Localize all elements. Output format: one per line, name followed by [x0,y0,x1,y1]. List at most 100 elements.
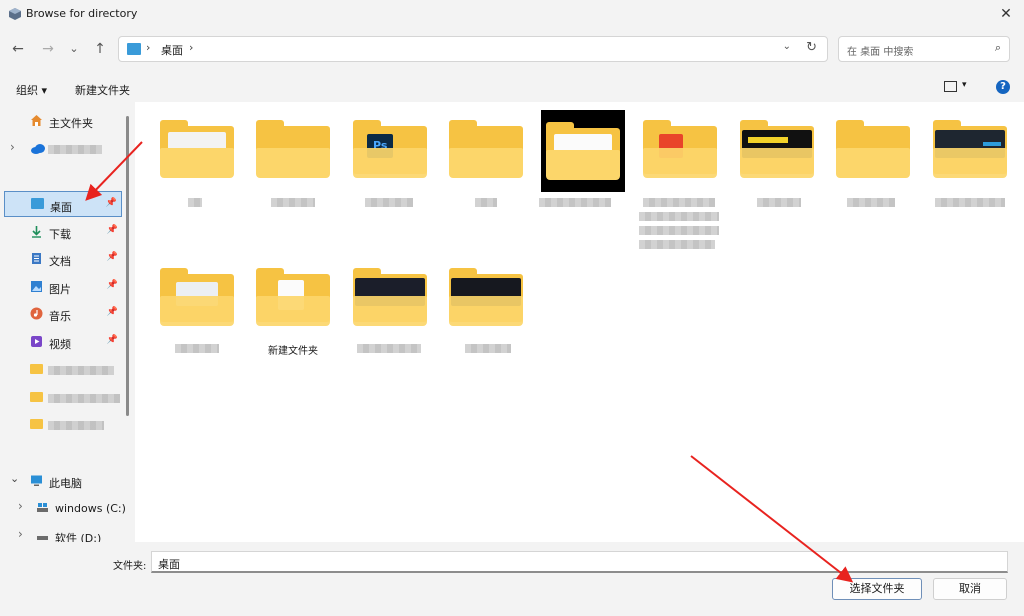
select-folder-button[interactable]: 选择文件夹 [832,578,922,600]
sidebar-item-home[interactable]: 主文件夹 [4,108,122,134]
folder-item-new-folder[interactable] [256,268,330,328]
thumbnail-graphic [983,142,1001,146]
breadcrumb-chevron-icon[interactable]: › [146,41,150,54]
file-list: Ps 新建文件夹 [135,102,1024,542]
breadcrumb-desktop[interactable]: 桌面 [161,42,183,58]
desktop-icon [127,43,141,55]
navigation-pane: 主文件夹 › 桌面 📌 下载 📌 文档 📌 图片 📌 音乐 📌 视频 📌 ⌄ 此… [0,102,134,545]
redacted-text [357,344,421,353]
sidebar-item-label: 此电脑 [49,477,82,490]
sidebar-item-label: 桌面 [50,201,72,214]
search-placeholder: 在 桌面 中搜索 [847,47,914,58]
folder-item[interactable] [449,268,523,328]
redacted-text [757,198,801,207]
redacted-text [639,240,715,249]
cancel-button[interactable]: 取消 [933,578,1007,600]
redacted-text [188,198,202,207]
folder-icon [30,392,43,402]
folder-item[interactable]: Ps [353,120,427,180]
folder-item[interactable] [740,120,814,180]
sidebar-item-label: 图片 [49,283,71,296]
download-icon [32,226,41,238]
view-mode-icon[interactable] [944,81,957,92]
folder-item[interactable] [836,120,910,180]
sidebar-item-videos[interactable]: 视频 📌 [4,329,122,355]
folder-item[interactable] [160,120,234,180]
redacted-text [48,394,120,403]
sidebar-item-label: windows (C:) [55,502,126,515]
pin-icon[interactable]: 📌 [107,307,118,317]
folder-item[interactable] [160,268,234,328]
new-folder-button[interactable]: 新建文件夹 [75,82,130,98]
folder-icon [30,419,43,429]
pin-icon[interactable]: 📌 [107,252,118,262]
pin-icon[interactable]: 📌 [106,198,117,208]
folder-item[interactable] [449,120,523,180]
redacted-text [639,212,719,221]
folder-name-input[interactable]: 桌面 [151,551,1008,573]
refresh-button[interactable]: ↻ [806,40,817,55]
expand-chevron-icon[interactable]: › [18,499,23,513]
organize-menu-button[interactable]: 组织 ▾ [16,82,47,98]
close-button[interactable]: ✕ [994,2,1018,26]
folder-name-label: 文件夹: [113,561,147,572]
expand-chevron-icon[interactable]: › [18,527,23,541]
title-bar: Browse for directory ✕ [0,0,1024,28]
sidebar-item-downloads[interactable]: 下载 📌 [4,219,122,245]
sidebar-item-desktop[interactable]: 桌面 📌 [4,191,122,217]
redacted-text [465,344,511,353]
sidebar-item-folder[interactable] [4,357,122,383]
sidebar-item-label: 视频 [49,338,71,351]
forward-button[interactable]: → [38,39,58,59]
pin-icon[interactable]: 📌 [107,225,118,235]
folder-name-value: 桌面 [158,558,180,571]
document-icon [32,253,41,264]
folder-item[interactable] [353,268,427,328]
folder-item[interactable] [643,120,717,180]
expand-chevron-icon[interactable]: › [10,140,15,154]
back-button[interactable]: ← [8,39,28,59]
folder-item[interactable] [933,120,1007,180]
redacted-text [847,198,895,207]
up-button[interactable]: ↑ [90,39,110,59]
view-options-chevron-icon[interactable]: ▾ [962,80,967,90]
sidebar-item-this-pc[interactable]: ⌄ 此电脑 [4,468,122,494]
dialog-footer: 文件夹: 桌面 选择文件夹 取消 [0,542,1024,616]
command-bar: 组织 ▾ 新建文件夹 ▾ ? [0,74,1024,102]
sidebar-item-cloud[interactable]: › [4,136,122,162]
sidebar-item-music[interactable]: 音乐 📌 [4,301,122,327]
folder-icon [30,364,43,374]
cloud-icon [31,144,45,154]
app-icon [9,8,21,20]
search-input[interactable]: 在 桌面 中搜索 ⌕ [838,36,1010,62]
sidebar-item-folder[interactable] [4,385,122,411]
sidebar-item-pictures[interactable]: 图片 📌 [4,274,122,300]
sidebar-item-folder[interactable] [4,412,122,438]
home-icon [31,115,42,126]
music-icon [30,307,43,320]
sidebar-item-documents[interactable]: 文档 📌 [4,246,122,272]
recent-locations-button[interactable]: ⌄ [64,39,84,59]
video-icon [31,336,42,347]
breadcrumb-chevron-icon[interactable]: › [189,41,193,54]
sidebar-item-label: 音乐 [49,310,71,323]
redacted-text [175,344,219,353]
search-icon[interactable]: ⌕ [995,41,1001,55]
pin-icon[interactable]: 📌 [107,335,118,345]
sidebar-item-label: 下载 [49,228,71,241]
sidebar-item-drive-c[interactable]: › windows (C:) [4,495,128,521]
pc-icon [31,475,42,486]
folder-label[interactable]: 新建文件夹 [245,342,341,357]
address-bar[interactable]: › 桌面 › ⌄ ↻ [118,36,828,62]
help-icon[interactable]: ? [996,80,1010,94]
folder-item[interactable] [256,120,330,180]
pin-icon[interactable]: 📌 [107,280,118,290]
pictures-icon [31,281,42,292]
collapse-chevron-icon[interactable]: ⌄ [10,472,19,485]
folder-item-selected[interactable] [541,110,625,192]
redacted-text [475,198,497,207]
address-dropdown-icon[interactable]: ⌄ [783,41,791,52]
navigation-scrollbar[interactable] [126,116,129,416]
window-title: Browse for directory [26,7,138,20]
redacted-text [539,198,611,207]
